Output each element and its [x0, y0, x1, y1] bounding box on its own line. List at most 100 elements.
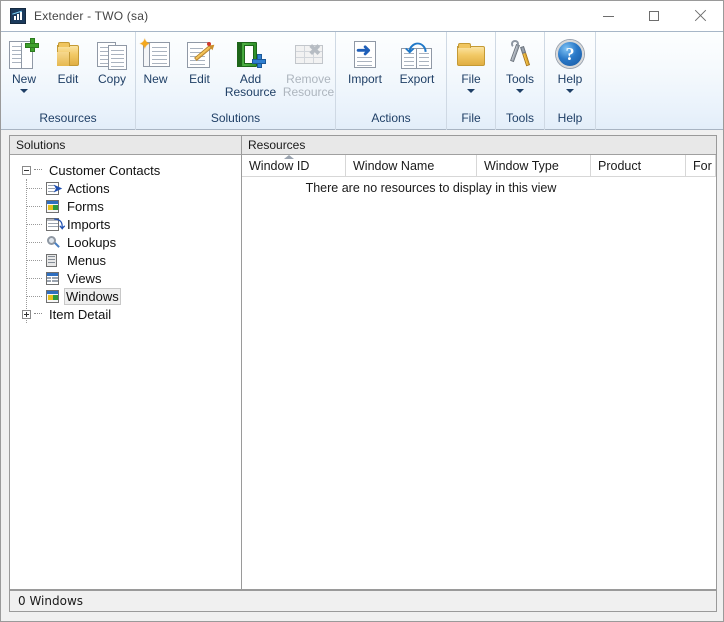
tools-menu-button[interactable]: Tools: [498, 36, 542, 93]
status-bar: 0 Windows: [9, 590, 717, 612]
remove-resource-button[interactable]: ✖ Remove Resource: [280, 36, 338, 99]
file-folder-icon: [453, 38, 489, 72]
tree-label: Item Detail: [49, 306, 112, 322]
ribbon-group-resources: New Edit Copy Resources: [1, 32, 135, 130]
ribbon-filler: [595, 32, 723, 130]
edit-folder-icon: [50, 38, 86, 72]
tree-label: Customer Contacts: [49, 162, 161, 178]
edit-solution-button[interactable]: Edit: [178, 36, 222, 86]
column-label: Window ID: [249, 159, 310, 173]
column-label: Window Type: [484, 159, 559, 173]
collapse-toggle-icon[interactable]: [22, 165, 31, 175]
chevron-down-icon[interactable]: [467, 89, 475, 93]
ribbon-group-label-resources: Resources: [39, 111, 97, 125]
chevron-down-icon[interactable]: [516, 89, 524, 93]
chevron-down-icon[interactable]: [20, 89, 28, 93]
tree-item-customer-contacts[interactable]: Customer Contacts: [10, 161, 241, 179]
column-header-window-type[interactable]: Window Type: [477, 155, 591, 176]
tree-item-windows[interactable]: Windows: [10, 287, 241, 305]
tree-label: Forms: [67, 198, 104, 214]
resources-pane-header: Resources: [242, 136, 716, 155]
views-grid-icon: [46, 271, 62, 286]
tree-item-imports[interactable]: ⤵ Imports: [10, 215, 241, 233]
ribbon-group-label-tools: Tools: [505, 111, 534, 125]
column-header-form[interactable]: For: [686, 155, 716, 176]
tree-item-lookups[interactable]: Lookups: [10, 233, 241, 251]
copy-resource-button[interactable]: Copy: [90, 36, 134, 86]
new-solution-icon: ✦: [138, 37, 174, 72]
tree-item-forms[interactable]: Forms: [10, 197, 241, 215]
close-icon: [694, 10, 706, 22]
ribbon-group-file: File File: [446, 32, 495, 130]
chevron-down-icon[interactable]: [566, 89, 574, 93]
status-text: 0 Windows: [18, 594, 84, 608]
new-resource-icon: [6, 38, 42, 72]
help-menu-label: Help: [557, 72, 583, 86]
edit-solution-label: Edit: [189, 72, 210, 86]
help-menu-button[interactable]: ? Help: [548, 36, 592, 93]
tree-label: Actions: [67, 180, 110, 196]
ribbon-group-label-file: File: [461, 111, 481, 125]
main-content: Solutions Customer Contacts ➤ Actions Fo…: [9, 135, 717, 590]
resources-empty-message: There are no resources to display in thi…: [305, 181, 557, 195]
new-resource-button[interactable]: New: [2, 36, 46, 93]
copy-resource-label: Copy: [97, 72, 126, 86]
column-header-product[interactable]: Product: [591, 155, 686, 176]
ribbon-group-help: ? Help Help: [544, 32, 595, 130]
minimize-icon: [602, 15, 614, 17]
resources-pane: Resources Window ID Window Name Window T…: [242, 136, 716, 589]
file-menu-button[interactable]: File: [449, 36, 493, 93]
edit-resource-label: Edit: [57, 72, 79, 86]
tree-dots: [34, 169, 42, 171]
ribbon-group-tools: Tools Tools: [495, 32, 544, 130]
tree-label: Menus: [67, 252, 107, 268]
column-label: Product: [598, 159, 642, 173]
windows-icon: [46, 289, 62, 304]
tree-label: Windows: [64, 287, 121, 305]
expand-toggle-icon[interactable]: [22, 309, 31, 319]
tools-icon: [502, 38, 538, 72]
ribbon-group-actions: ➜ Import ⤺ Export Actions: [335, 32, 446, 130]
export-button[interactable]: ⤺ Export: [391, 36, 443, 86]
import-icon: ➜: [347, 38, 383, 72]
lookups-magnifier-icon: [46, 235, 62, 250]
tree-item-views[interactable]: Views: [10, 269, 241, 287]
solutions-pane-header: Solutions: [10, 136, 241, 155]
column-label: For: [693, 159, 712, 173]
ribbon-group-label-help: Help: [557, 111, 583, 125]
sort-ascending-icon: [284, 155, 294, 159]
tree-item-item-detail[interactable]: Item Detail: [10, 305, 241, 323]
column-header-window-name[interactable]: Window Name: [346, 155, 477, 176]
add-resource-label: Add Resource: [224, 72, 277, 99]
window-controls: [585, 1, 723, 31]
tree-item-menus[interactable]: Menus: [10, 251, 241, 269]
imports-icon: ⤵: [46, 217, 65, 232]
ribbon-group-label-solutions: Solutions: [210, 111, 261, 125]
solutions-tree: Customer Contacts ➤ Actions Forms ⤵ Impo…: [10, 155, 241, 589]
chart-app-icon: [10, 8, 26, 24]
export-icon: ⤺: [399, 37, 435, 72]
forms-icon: [46, 199, 62, 214]
minimize-button[interactable]: [585, 1, 631, 31]
help-question-icon: ?: [552, 38, 588, 72]
tree-label: Imports: [67, 216, 111, 232]
new-solution-button[interactable]: ✦ New: [134, 36, 178, 86]
new-solution-label: New: [143, 72, 168, 86]
ribbon-group-label-actions: Actions: [371, 111, 411, 125]
add-resource-button[interactable]: Add Resource: [222, 36, 280, 99]
edit-resource-button[interactable]: Edit: [46, 36, 90, 86]
close-button[interactable]: [677, 1, 723, 31]
window-title: Extender - TWO (sa): [34, 9, 149, 23]
new-resource-label: New: [11, 72, 36, 86]
column-header-window-id[interactable]: Window ID: [242, 155, 346, 176]
actions-icon: ➤: [46, 181, 62, 196]
menus-icon: [46, 253, 62, 268]
extender-window: Extender - TWO (sa) New Edit Copy Resour…: [0, 0, 724, 622]
maximize-button[interactable]: [631, 1, 677, 31]
import-button[interactable]: ➜ Import: [339, 36, 391, 86]
tree-label: Views: [67, 270, 102, 286]
file-menu-label: File: [461, 72, 481, 86]
column-label: Window Name: [353, 159, 435, 173]
remove-resource-icon: ✖: [291, 38, 327, 72]
tree-item-actions[interactable]: ➤ Actions: [10, 179, 241, 197]
